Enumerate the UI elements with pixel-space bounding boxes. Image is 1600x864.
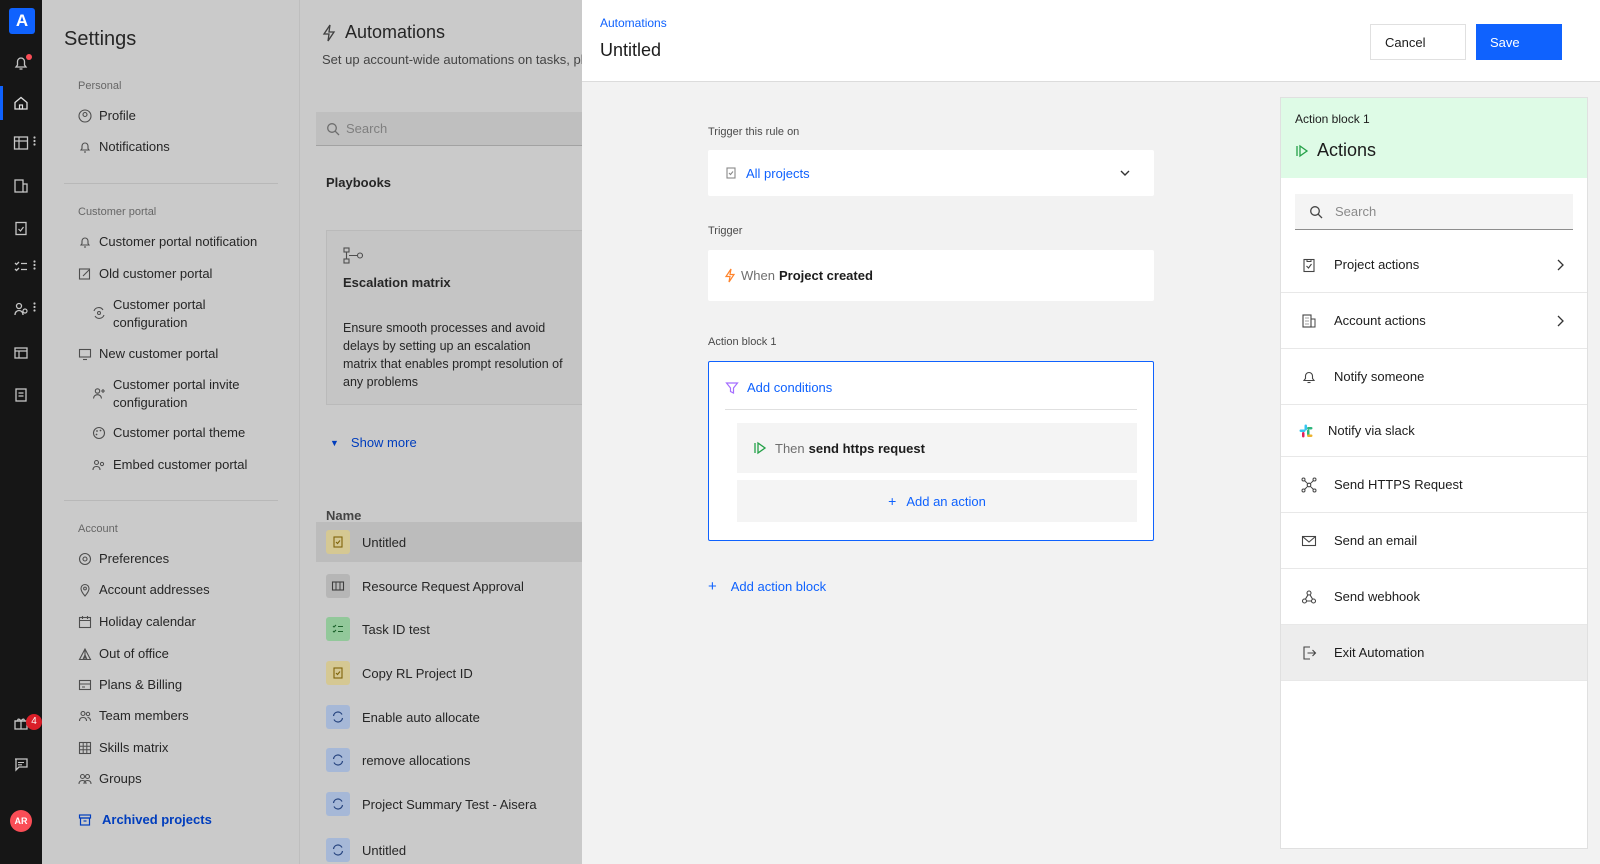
table-icon[interactable] — [12, 134, 30, 152]
add-action-block-label: Add action block — [730, 579, 827, 594]
action-option-project-actions[interactable]: Project actions — [1281, 237, 1587, 293]
actions-title-text: Actions — [1317, 140, 1377, 160]
report-icon[interactable] — [12, 386, 30, 404]
avatar[interactable]: AR — [10, 810, 32, 832]
more-icon[interactable] — [33, 302, 36, 312]
action-option-send-email[interactable]: Send an email — [1281, 513, 1587, 569]
filter-icon — [725, 381, 739, 394]
action-option-label: Send an email — [1334, 533, 1418, 548]
more-icon[interactable] — [33, 136, 36, 146]
action-option-send-webhook[interactable]: Send webhook — [1281, 569, 1587, 625]
action-option-send-https[interactable]: Send HTTPS Request — [1281, 457, 1587, 513]
trigger-card[interactable]: When Project created — [708, 250, 1154, 301]
clipboard-icon — [726, 167, 736, 179]
modal-overlay — [42, 0, 582, 864]
actions-panel: Action block 1 Actions Search Project ac… — [1280, 97, 1588, 849]
notification-dot — [26, 54, 32, 60]
play-icon — [754, 441, 767, 455]
action-option-notify-someone[interactable]: Notify someone — [1281, 349, 1587, 405]
action-option-notify-slack[interactable]: Notify via slack — [1281, 405, 1587, 457]
editor-header: Automations Untitled Cancel Save — [582, 0, 1600, 82]
network-icon — [1301, 477, 1317, 492]
trigger-label: Trigger — [708, 225, 743, 237]
gift-badge: 4 — [26, 714, 42, 730]
home-icon[interactable] — [12, 94, 30, 112]
play-icon — [1296, 144, 1309, 157]
save-button[interactable]: Save — [1476, 24, 1562, 60]
trigger-event: Project created — [778, 268, 873, 283]
trigger-when: When — [741, 268, 775, 283]
slack-icon — [1299, 424, 1313, 437]
lightning-icon — [724, 268, 736, 283]
action-option-label: Account actions — [1334, 313, 1426, 328]
automation-editor-panel: Automations Untitled Cancel Save Trigger… — [582, 0, 1600, 864]
trigger-scope-dropdown[interactable]: All projects — [708, 150, 1154, 196]
clipboard-icon — [1303, 258, 1315, 272]
action-option-label: Notify via slack — [1328, 423, 1415, 438]
add-conditions-label: Add conditions — [747, 380, 833, 395]
action-option-label: Exit Automation — [1334, 645, 1425, 660]
action-option-account-actions[interactable]: Account actions — [1281, 293, 1587, 349]
add-action-block-button[interactable]: + Add action block — [708, 578, 826, 595]
cancel-button[interactable]: Cancel — [1370, 24, 1466, 60]
trigger-scope-value: All projects — [746, 165, 810, 181]
chat-icon[interactable] — [12, 755, 30, 773]
webhook-icon — [1301, 589, 1317, 604]
email-icon — [1301, 535, 1317, 546]
actions-panel-header: Action block 1 Actions — [1281, 98, 1587, 178]
plus-icon: + — [888, 493, 897, 509]
active-indicator — [0, 86, 3, 120]
people-icon[interactable] — [12, 300, 30, 318]
action-option-exit-automation[interactable]: Exit Automation — [1281, 625, 1587, 681]
action-block-label: Action block 1 — [708, 336, 777, 348]
add-action-button[interactable]: + Add an action — [737, 480, 1137, 522]
action-option-label: Project actions — [1334, 257, 1420, 272]
exit-icon — [1303, 645, 1317, 660]
chevron-right-icon — [1557, 259, 1564, 271]
action-option-label: Send webhook — [1334, 589, 1421, 604]
chevron-down-icon — [1120, 170, 1130, 176]
divider — [725, 409, 1137, 410]
action-option-label: Send HTTPS Request — [1334, 477, 1463, 492]
search-icon — [1310, 205, 1323, 218]
building-icon — [1302, 313, 1316, 328]
action-step[interactable]: Then send https request — [737, 423, 1137, 473]
breadcrumb[interactable]: Automations — [600, 16, 667, 30]
actions-panel-block-label: Action block 1 — [1295, 112, 1370, 126]
actions-panel-title: Actions — [1295, 140, 1376, 161]
action-option-label: Notify someone — [1334, 369, 1425, 384]
trigger-scope-label: Trigger this rule on — [708, 126, 800, 138]
action-block-card: Add conditions Then send https request +… — [708, 361, 1154, 541]
add-conditions-link[interactable]: Add conditions — [725, 380, 832, 395]
search-placeholder: Search — [1335, 204, 1377, 219]
task-list-icon[interactable] — [12, 258, 30, 276]
plus-icon: + — [708, 578, 717, 595]
then-word: Then — [775, 440, 805, 456]
building-icon[interactable] — [12, 177, 30, 195]
bell-icon — [1302, 371, 1316, 383]
chevron-right-icon — [1557, 315, 1564, 327]
app-logo[interactable]: A — [9, 8, 35, 34]
then-action: send https request — [808, 440, 925, 456]
dashboard-icon[interactable] — [12, 344, 30, 362]
actions-search-input[interactable]: Search — [1295, 194, 1573, 230]
automation-title[interactable]: Untitled — [600, 40, 661, 61]
clipboard-icon[interactable] — [12, 219, 30, 237]
add-action-label: Add an action — [906, 493, 986, 509]
more-icon[interactable] — [33, 260, 36, 270]
app-rail: A 4 AR — [0, 0, 42, 864]
